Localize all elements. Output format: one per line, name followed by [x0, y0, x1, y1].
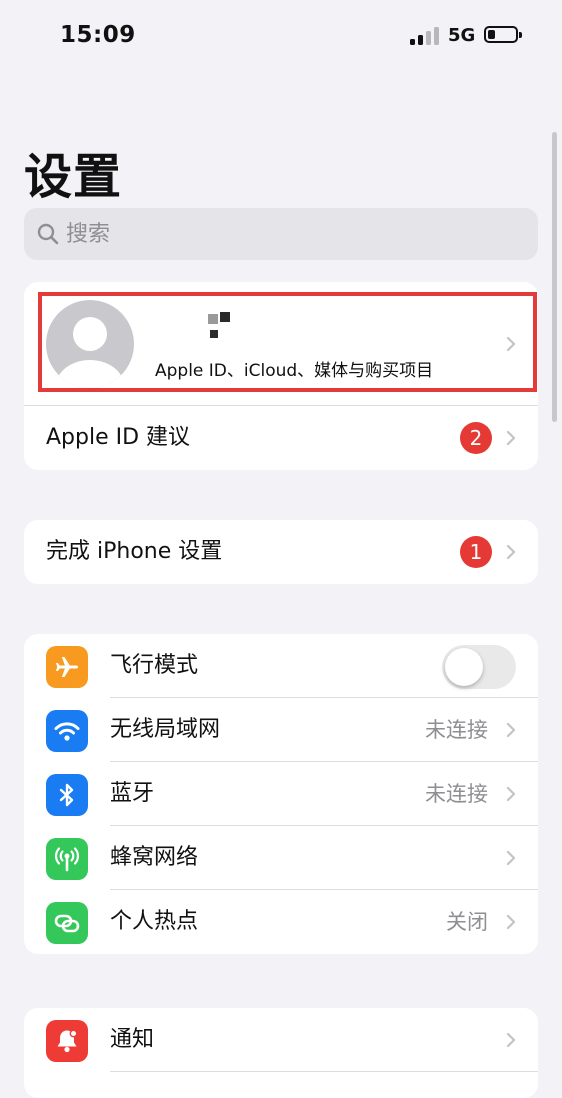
notifications-row[interactable]: 通知 [24, 1008, 538, 1072]
status-time: 15:09 [60, 22, 136, 48]
apple-id-suggestions-row[interactable]: Apple ID 建议 2 [24, 406, 538, 470]
row-label: 蜂窝网络 [110, 845, 199, 870]
network-type: 5G [448, 25, 476, 46]
notification-badge: 2 [460, 422, 492, 454]
row-label: 个人热点 [110, 909, 199, 934]
search-icon [37, 223, 59, 245]
chevron-right-icon [506, 914, 516, 930]
search-bar[interactable] [24, 208, 538, 260]
highlight-box [38, 292, 537, 392]
status-bar: 15:09 5G [0, 0, 562, 70]
airplane-icon [46, 646, 88, 688]
chevron-right-icon [506, 1032, 516, 1048]
bluetooth-row[interactable]: 蓝牙 未连接 [24, 762, 538, 826]
bluetooth-icon [46, 774, 88, 816]
notifications-group: 通知 [24, 1008, 538, 1098]
page-title: 设置 [24, 149, 123, 205]
cellular-signal-icon [410, 27, 440, 45]
row-label: Apple ID 建议 [46, 425, 191, 450]
scrollbar[interactable] [552, 132, 557, 422]
airplane-mode-toggle[interactable] [442, 645, 516, 689]
airplane-mode-row: 飞行模式 [24, 634, 538, 698]
account-group: Apple ID、iCloud、媒体与购买项目 Apple ID 建议 2 [24, 282, 538, 470]
row-label: 蓝牙 [110, 781, 155, 806]
chevron-right-icon [506, 722, 516, 738]
cellular-row[interactable]: 蜂窝网络 [24, 826, 538, 890]
antenna-icon [46, 838, 88, 880]
row-value: 未连接 [425, 782, 488, 806]
row-value: 关闭 [446, 910, 488, 934]
row-value: 未连接 [425, 718, 488, 742]
notification-badge: 1 [460, 536, 492, 568]
chevron-right-icon [506, 850, 516, 866]
chevron-right-icon [506, 430, 516, 446]
chevron-right-icon [506, 544, 516, 560]
wifi-icon [46, 710, 88, 752]
connectivity-group: 飞行模式 无线局域网 未连接 蓝牙 未连接 蜂窝网络 个人热点 关闭 [24, 634, 538, 954]
bell-icon [46, 1020, 88, 1062]
row-label: 完成 iPhone 设置 [46, 539, 223, 564]
divider [110, 1071, 538, 1072]
row-label: 无线局域网 [110, 717, 221, 742]
apple-id-profile-row[interactable]: Apple ID、iCloud、媒体与购买项目 [24, 282, 538, 406]
link-chain-icon [46, 902, 88, 944]
personal-hotspot-row[interactable]: 个人热点 关闭 [24, 890, 538, 954]
row-label: 飞行模式 [110, 653, 199, 678]
search-input[interactable] [66, 208, 526, 260]
finish-iphone-setup-row[interactable]: 完成 iPhone 设置 1 [24, 520, 538, 584]
setup-group: 完成 iPhone 设置 1 [24, 520, 538, 584]
wifi-row[interactable]: 无线局域网 未连接 [24, 698, 538, 762]
row-label: 通知 [110, 1027, 155, 1052]
battery-icon [484, 26, 522, 43]
chevron-right-icon [506, 786, 516, 802]
